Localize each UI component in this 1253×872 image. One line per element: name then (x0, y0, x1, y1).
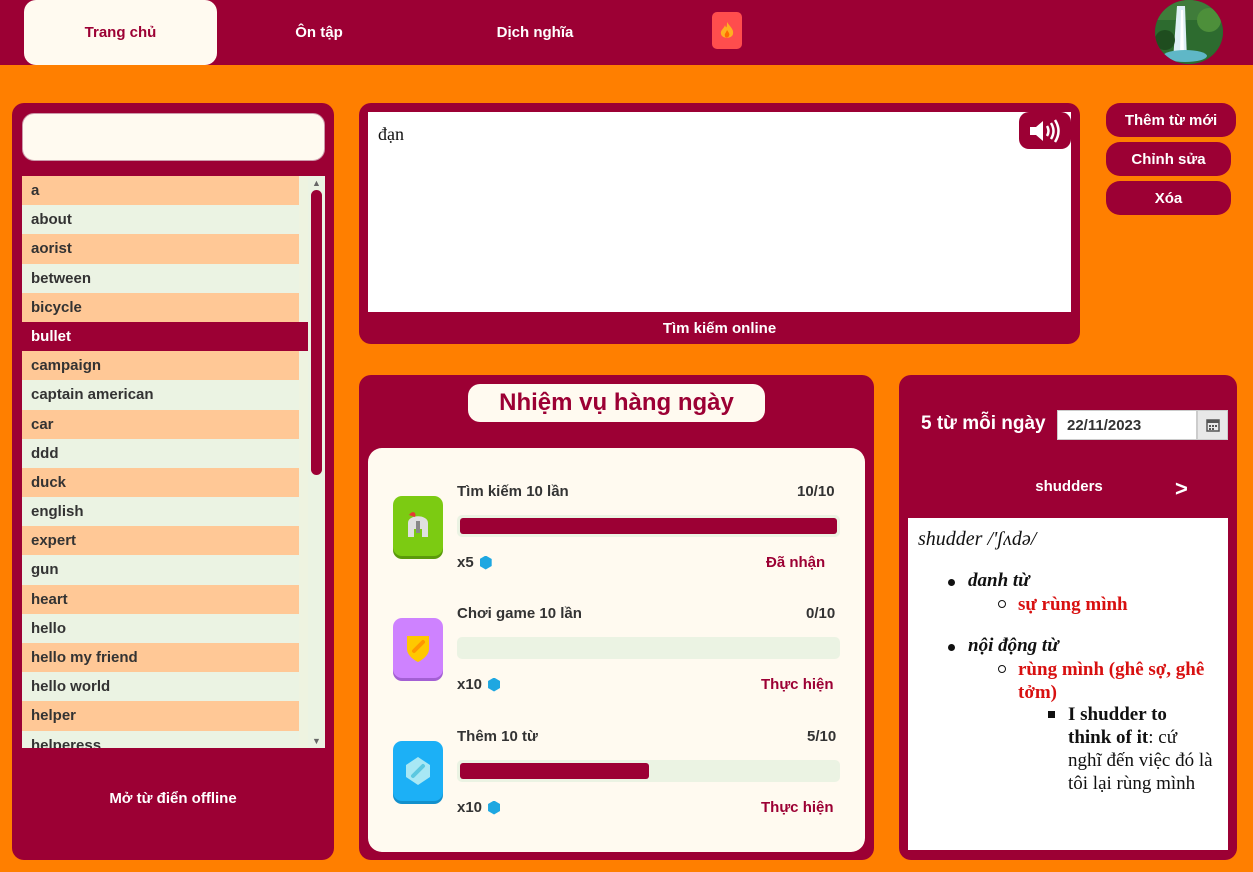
word-list-item[interactable]: heart (22, 584, 299, 614)
bullet-icon (948, 644, 955, 651)
add-word-button[interactable]: Thêm từ mới (1106, 103, 1236, 137)
crystal-icon (393, 741, 443, 801)
word-list-item[interactable]: hello my friend (22, 643, 299, 673)
calendar-icon[interactable] (1197, 410, 1228, 440)
scrollbar-thumb[interactable] (311, 190, 322, 475)
part-of-speech: nội động từ (968, 635, 1059, 656)
meaning: rùng mình (ghê sợ, ghê tởm) (1018, 659, 1205, 703)
quest-reward: x5 (457, 554, 492, 571)
quest-do-button[interactable]: Thực hiện (761, 676, 834, 693)
quest-name: Thêm 10 từ (457, 728, 538, 745)
headword: shudder /'ʃʌdə/ (918, 528, 1037, 550)
tab-translate-label: Dịch nghĩa (496, 24, 574, 41)
gem-icon (479, 555, 492, 570)
quest-reward: x10 (457, 799, 501, 816)
quest-progress-text: 5/10 (807, 728, 837, 745)
word-list-item[interactable]: campaign (22, 351, 299, 381)
tab-review[interactable]: Ôn tập (239, 0, 399, 65)
word-list-item[interactable]: helperess (22, 730, 299, 748)
quest-name: Tìm kiếm 10 lần (457, 483, 569, 500)
word-list-item[interactable]: car (22, 409, 299, 439)
meaning: sự rùng mình (1018, 594, 1128, 615)
word-list-item[interactable]: captain american (22, 380, 299, 410)
quest-claimed-button[interactable]: Đã nhận (766, 554, 825, 571)
open-offline-dictionary-button[interactable]: Mở từ điển offline (12, 790, 334, 807)
word-list-item[interactable]: about (22, 205, 299, 235)
daily-quests-title: Nhiệm vụ hàng ngày (468, 384, 765, 422)
word-list-item[interactable]: hello world (22, 672, 299, 702)
gem-icon (488, 677, 501, 692)
quest-progress-text: 10/10 (797, 483, 835, 500)
quest-item: Tìm kiếm 10 lần 10/10 x5 Đã nhận (368, 473, 865, 583)
word-list-item[interactable]: bicycle (22, 292, 299, 322)
part-of-speech: danh từ (968, 570, 1030, 591)
word-list-item[interactable]: helper (22, 701, 299, 731)
date-picker-input[interactable]: 22/11/2023 (1057, 410, 1197, 440)
word-list-item[interactable]: gun (22, 555, 299, 585)
quest-progress-bar (457, 637, 840, 659)
quest-progress-text: 0/10 (806, 605, 836, 622)
next-word-button[interactable]: > (1175, 476, 1188, 502)
circle-bullet-icon (998, 665, 1006, 673)
quests-card: Tìm kiếm 10 lần 10/10 x5 Đã nhận Chơi ga… (368, 448, 865, 852)
quest-item: Chơi game 10 lần 0/10 x10 Thực hiện (368, 595, 865, 705)
word-list-item[interactable]: english (22, 497, 299, 527)
quest-reward: x10 (457, 676, 501, 693)
scroll-down-arrow-icon[interactable]: ▼ (308, 734, 325, 748)
word-search-input[interactable] (22, 113, 325, 161)
daily-words-label: 5 từ mỗi ngày (921, 413, 1046, 434)
word-list-item[interactable]: bullet (22, 321, 308, 352)
top-navigation-bar: Trang chủ Ôn tập Dịch nghĩa (0, 0, 1253, 65)
quest-item: Thêm 10 từ 5/10 x10 Thực hiện (368, 718, 865, 828)
quest-progress-bar (457, 760, 840, 782)
word-list-item[interactable]: ddd (22, 438, 299, 468)
quest-name: Chơi game 10 lần (457, 605, 582, 622)
tab-home[interactable]: Trang chủ (24, 0, 217, 65)
reward-amount: x10 (457, 676, 483, 693)
circle-bullet-icon (998, 600, 1006, 608)
speaker-icon[interactable] (1019, 112, 1071, 149)
square-bullet-icon (1048, 711, 1055, 718)
quest-progress-fill (460, 518, 837, 534)
word-list-item[interactable]: hello (22, 613, 299, 643)
daily-word: shudders (1035, 478, 1103, 495)
word-list-item[interactable]: between (22, 263, 299, 293)
streak-fire-icon[interactable] (712, 12, 742, 49)
helmet-icon (393, 496, 443, 556)
delete-word-button[interactable]: Xóa (1106, 181, 1231, 215)
gem-icon (488, 800, 501, 815)
tab-translate[interactable]: Dịch nghĩa (455, 0, 615, 65)
tab-home-label: Trang chủ (84, 24, 157, 41)
search-online-button[interactable]: Tìm kiếm online (359, 320, 1080, 337)
word-list-item[interactable]: expert (22, 526, 299, 556)
bullet-icon (948, 579, 955, 586)
reward-amount: x10 (457, 799, 483, 816)
quest-progress-bar (457, 515, 840, 537)
quest-progress-fill (460, 763, 649, 779)
meaning-text: đạn (378, 124, 404, 144)
meaning-display: đạn (368, 112, 1071, 312)
word-list-scrollbar[interactable]: ▲ ▼ (308, 176, 325, 748)
word-list-item[interactable]: aorist (22, 234, 299, 264)
daily-word-definition: shudder /'ʃʌdə/ danh từ sự rùng mình nội… (908, 518, 1228, 850)
reward-amount: x5 (457, 554, 474, 571)
tab-review-label: Ôn tập (295, 24, 343, 41)
quest-do-button[interactable]: Thực hiện (761, 799, 834, 816)
word-list-item[interactable]: a (22, 176, 299, 206)
word-list[interactable]: a about aorist between bicycle bullet campaign… (22, 176, 325, 748)
avatar[interactable] (1155, 0, 1223, 64)
badge-icon (393, 618, 443, 678)
example: I shudder to think of it: cứ nghĩ đến vi… (1068, 703, 1213, 795)
edit-word-button[interactable]: Chỉnh sửa (1106, 142, 1231, 176)
word-list-item[interactable]: duck (22, 467, 299, 498)
scroll-up-arrow-icon[interactable]: ▲ (308, 176, 325, 190)
